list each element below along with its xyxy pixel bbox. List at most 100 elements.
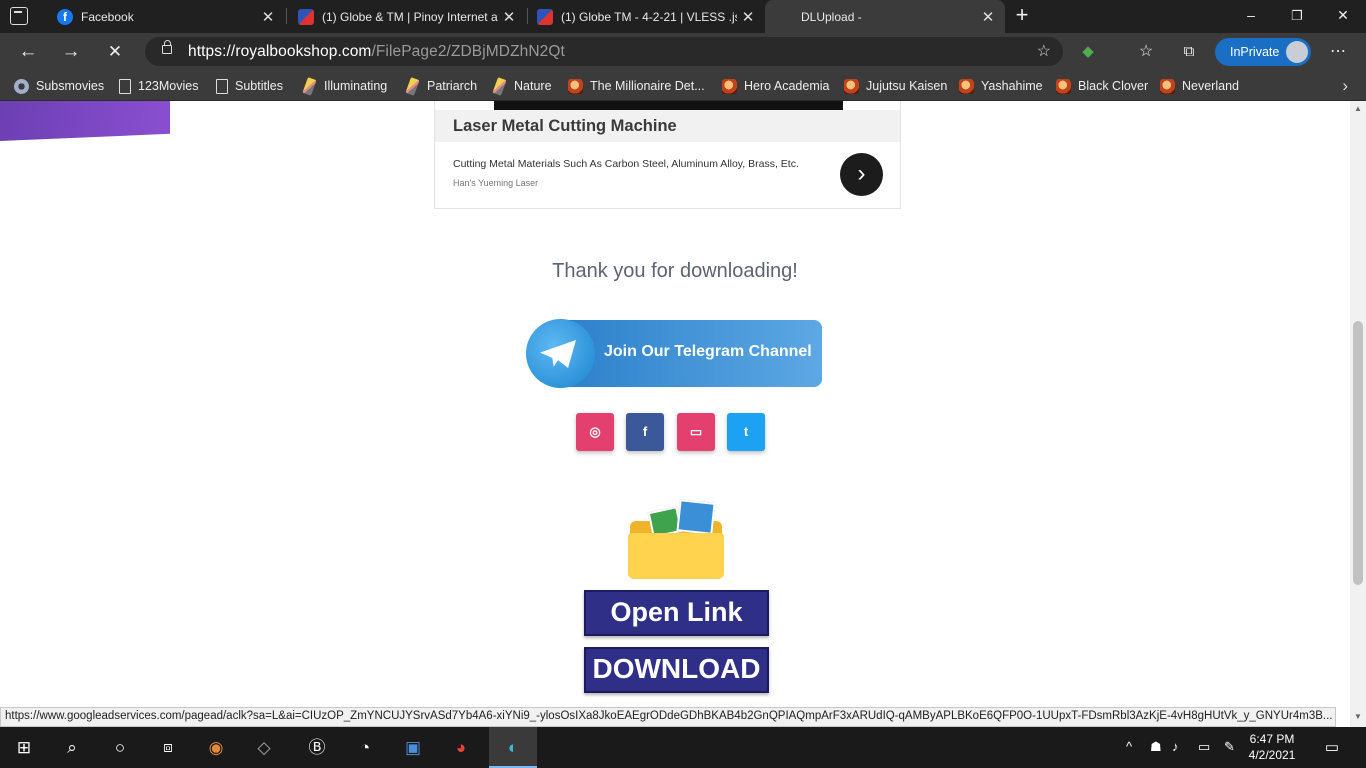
tab-globe-tm-2[interactable]: (1) Globe TM - 4-2-21 | VLESS .js ✕	[527, 0, 765, 33]
open-link-button[interactable]: Open Link	[584, 590, 769, 636]
ad-title[interactable]: Laser Metal Cutting Machine	[453, 117, 677, 136]
minimize-button[interactable]: –	[1228, 0, 1274, 31]
anime-icon	[844, 78, 859, 94]
lock-icon[interactable]	[162, 40, 172, 54]
bookmark-jujutsu-kaisen[interactable]: Jujutsu Kaisen	[844, 76, 947, 96]
task-view-icon[interactable]: ⧈	[144, 727, 192, 768]
anime-icon	[722, 78, 737, 94]
speedometer-icon[interactable]: ◔	[341, 727, 389, 768]
ad-source[interactable]: Han's Yueming Laser	[453, 178, 538, 188]
bookmark-illuminating[interactable]: Illuminating	[302, 76, 387, 96]
avatar	[1286, 41, 1308, 63]
tab-globe-tm-1[interactable]: (1) Globe & TM | Pinoy Internet a ✕	[288, 0, 526, 33]
inprivate-label: InPrivate	[1230, 45, 1280, 59]
gear-icon	[14, 78, 29, 94]
chevron-up-icon[interactable]: ^	[1126, 739, 1132, 754]
twitter-icon[interactable]: t	[727, 413, 765, 451]
cortana-icon[interactable]: ○	[96, 727, 144, 768]
address-bar[interactable]: https://royalbookshop.com/FilePage2/ZDBj…	[145, 37, 1063, 66]
anime-icon	[1160, 78, 1175, 94]
bookmark-nature[interactable]: Nature	[492, 76, 552, 96]
scroll-down-icon[interactable]: ▼	[1350, 712, 1366, 721]
download-button[interactable]: DOWNLOAD	[584, 647, 769, 693]
forward-button[interactable]: →	[57, 38, 85, 66]
youtube-icon[interactable]: ▭	[677, 413, 715, 451]
maximize-button[interactable]: ❐	[1274, 0, 1320, 31]
new-tab-button[interactable]: +	[1011, 4, 1033, 28]
app-fox-icon[interactable]: ◉	[192, 727, 240, 768]
close-window-button[interactable]: ✕	[1320, 0, 1366, 31]
bookmark-black-clover[interactable]: Black Clover	[1056, 76, 1148, 96]
pencil-icon	[405, 76, 420, 96]
header-decoration	[0, 101, 170, 141]
tab-title: (1) Globe TM - 4-2-21 | VLESS .js	[561, 9, 737, 24]
bookmark-123movies[interactable]: 123Movies	[119, 76, 198, 96]
tab-strip: f Facebook ✕ (1) Globe & TM | Pinoy Inte…	[0, 0, 1366, 33]
bookmark-patriarch[interactable]: Patriarch	[405, 76, 477, 96]
scroll-thumb[interactable]	[1353, 321, 1363, 585]
page-viewport: Laser Metal Cutting Machine Cutting Meta…	[0, 101, 1350, 727]
people-icon[interactable]: ☗	[1150, 739, 1162, 755]
favorites-icon[interactable]: ☆	[1132, 38, 1160, 66]
extension-icon[interactable]: ◆	[1074, 38, 1102, 66]
ad-description[interactable]: Cutting Metal Materials Such As Carbon S…	[453, 158, 799, 170]
shield-logo-icon	[298, 8, 314, 25]
page-icon	[216, 78, 228, 94]
thank-you-heading: Thank you for downloading!	[552, 260, 798, 282]
close-tab-icon[interactable]: ✕	[977, 8, 999, 26]
bookmark-neverland[interactable]: Neverland	[1160, 76, 1239, 96]
tab-facebook[interactable]: f Facebook ✕	[47, 0, 285, 33]
start-button[interactable]: ⊞	[0, 727, 48, 768]
bookmark-hero-academia[interactable]: Hero Academia	[722, 76, 829, 96]
bookmark-subsmovies[interactable]: Subsmovies	[14, 76, 104, 96]
tab-actions-icon[interactable]	[10, 7, 28, 25]
scroll-up-icon[interactable]: ▲	[1350, 104, 1366, 113]
stop-loading-button[interactable]: ✕	[101, 38, 129, 66]
close-tab-icon[interactable]: ✕	[737, 8, 759, 26]
collections-icon[interactable]: ⧉	[1175, 38, 1203, 66]
volume-icon[interactable]: ♪	[1172, 739, 1179, 754]
settings-more-icon[interactable]: ⋯	[1324, 38, 1352, 66]
chrome-icon[interactable]: ◕	[437, 727, 485, 768]
clock-date: 4/2/2021	[1248, 748, 1296, 762]
back-button[interactable]: ←	[14, 38, 42, 66]
facebook-icon: f	[57, 8, 73, 25]
ad-card[interactable]: Laser Metal Cutting Machine Cutting Meta…	[434, 101, 901, 209]
ad-image[interactable]	[494, 101, 843, 110]
search-icon[interactable]: ⌕	[48, 727, 96, 768]
ad-title-bar: Laser Metal Cutting Machine	[435, 110, 900, 142]
clock[interactable]: 6:47 PM 4/2/2021	[1232, 731, 1312, 763]
shield-logo-icon	[537, 8, 553, 25]
chevron-right-icon[interactable]: ›	[1342, 76, 1348, 96]
notification-icon[interactable]: ▭	[1308, 727, 1356, 768]
tab-dlupload[interactable]: DLUpload - ✕	[765, 0, 1005, 33]
bing-icon[interactable]: Ⓑ	[293, 727, 341, 768]
tab-title: Facebook	[81, 9, 134, 24]
bookmark-millionaire-detective[interactable]: The Millionaire Det...	[568, 76, 705, 96]
favorites-bar: Subsmovies 123Movies Subtitles Illuminat…	[0, 70, 1366, 101]
toolbar: ← → ✕ https://royalbookshop.com/FilePage…	[0, 33, 1366, 70]
page-icon	[119, 78, 131, 94]
edge-icon[interactable]: ◐	[489, 727, 537, 768]
add-favorite-icon[interactable]: ☆	[1037, 41, 1051, 61]
bookmark-yashahime[interactable]: Yashahime	[959, 76, 1043, 96]
tab-title: (1) Globe & TM | Pinoy Internet a	[322, 9, 498, 24]
close-tab-icon[interactable]: ✕	[257, 8, 279, 26]
tab-divider	[286, 8, 287, 24]
inprivate-badge[interactable]: InPrivate	[1215, 38, 1311, 66]
pencil-icon	[302, 76, 317, 96]
url-text[interactable]: https://royalbookshop.com/FilePage2/ZDBj…	[188, 43, 565, 61]
app-tray-icon[interactable]: ◇	[240, 727, 288, 768]
telegram-label: Join Our Telegram Channel	[604, 343, 812, 360]
facebook-icon[interactable]: f	[626, 413, 664, 451]
scrollbar[interactable]: ▲ ▼	[1350, 101, 1366, 727]
close-tab-icon[interactable]: ✕	[498, 8, 520, 26]
network-icon[interactable]: ▭	[1198, 739, 1210, 755]
instagram-icon[interactable]: ◎	[576, 413, 614, 451]
network-app-icon[interactable]: ▣	[389, 727, 437, 768]
pencil-icon	[492, 76, 507, 96]
telegram-icon	[526, 319, 595, 388]
telegram-channel-button[interactable]: Join Our Telegram Channel	[526, 319, 823, 388]
bookmark-subtitles[interactable]: Subtitles	[216, 76, 283, 96]
chevron-right-icon[interactable]: ›	[840, 153, 883, 196]
